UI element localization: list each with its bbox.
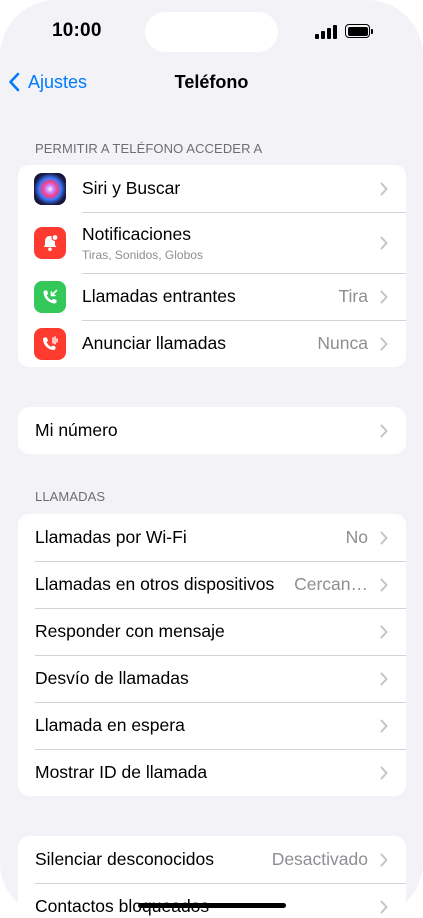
incoming-call-icon: [34, 280, 66, 313]
row-announce-calls[interactable]: Anunciar llamadas Nunca: [18, 320, 406, 367]
cellular-signal-icon: [315, 25, 339, 39]
status-bar: 10:00: [0, 0, 423, 64]
row-value: Nunca: [317, 333, 368, 353]
group-my-number: Mi número: [18, 407, 406, 454]
row-sublabel: Tiras, Sonidos, Globos: [82, 247, 203, 262]
row-label: Llamadas por Wi-Fi: [35, 527, 187, 547]
row-other-devices[interactable]: Llamadas en otros dispositivos Cercan…: [18, 561, 406, 608]
row-label: Siri y Buscar: [82, 178, 181, 198]
row-label: Llamadas entrantes: [82, 286, 236, 306]
row-show-caller-id[interactable]: Mostrar ID de llamada: [18, 749, 406, 796]
row-wifi-calling[interactable]: Llamadas por Wi-Fi No: [18, 514, 406, 561]
row-label: Silenciar desconocidos: [35, 849, 214, 869]
row-label: Mostrar ID de llamada: [35, 762, 208, 782]
chevron-right-icon: [380, 182, 388, 195]
row-label: Desvío de llamadas: [35, 668, 189, 688]
chevron-right-icon: [380, 766, 388, 779]
row-label: Anunciar llamadas: [82, 333, 226, 353]
row-respond-message[interactable]: Responder con mensaje: [18, 608, 406, 655]
row-value: Desactivado: [271, 849, 368, 869]
row-value: No: [345, 527, 368, 547]
section-header-access: PERMITIR A TELÉFONO ACCEDER A: [35, 141, 263, 156]
chevron-right-icon: [380, 719, 388, 732]
chevron-right-icon: [380, 531, 388, 544]
group-calls: Llamadas por Wi-Fi No Llamadas en otros …: [18, 514, 406, 796]
row-incoming-calls[interactable]: Llamadas entrantes Tira: [18, 273, 406, 320]
phone-screen: 10:00 Ajustes Teléfono PERMITIR A TELÉFO…: [0, 0, 423, 918]
row-my-number[interactable]: Mi número: [18, 407, 406, 454]
row-label: Llamadas en otros dispositivos: [35, 574, 275, 594]
chevron-right-icon: [380, 337, 388, 350]
row-siri-search[interactable]: Siri y Buscar: [18, 165, 406, 212]
chevron-right-icon: [380, 290, 388, 303]
row-notifications[interactable]: Notificaciones Tiras, Sonidos, Globos: [18, 212, 406, 273]
status-time: 10:00: [52, 20, 102, 41]
row-value: Tira: [338, 286, 369, 306]
row-label: Responder con mensaje: [35, 621, 225, 641]
row-label: Notificaciones: [82, 223, 191, 244]
bell-icon: [34, 226, 66, 259]
dynamic-island: [145, 12, 278, 52]
chevron-right-icon: [380, 236, 388, 249]
battery-icon: [345, 24, 373, 38]
chevron-right-icon: [380, 672, 388, 685]
row-label: Llamada en espera: [35, 715, 185, 735]
navigation-bar: Ajustes Teléfono: [0, 64, 423, 100]
group-access: Siri y Buscar Notificaciones Tiras, Soni…: [18, 165, 406, 367]
row-call-waiting[interactable]: Llamada en espera: [18, 702, 406, 749]
page-title: Teléfono: [174, 72, 249, 92]
chevron-right-icon: [380, 900, 388, 913]
chevron-right-icon: [380, 625, 388, 638]
home-indicator[interactable]: [138, 903, 286, 908]
row-call-forwarding[interactable]: Desvío de llamadas: [18, 655, 406, 702]
row-blocked-contacts[interactable]: Contactos bloqueados: [18, 883, 406, 918]
announce-call-icon: [34, 327, 66, 360]
section-header-calls: LLAMADAS: [35, 489, 106, 504]
chevron-right-icon: [380, 578, 388, 591]
row-value: Cercan…: [294, 574, 368, 594]
siri-icon: [34, 172, 66, 205]
row-label: Mi número: [35, 420, 118, 440]
chevron-right-icon: [380, 853, 388, 866]
row-silence-unknown[interactable]: Silenciar desconocidos Desactivado: [18, 836, 406, 883]
chevron-right-icon: [380, 424, 388, 437]
